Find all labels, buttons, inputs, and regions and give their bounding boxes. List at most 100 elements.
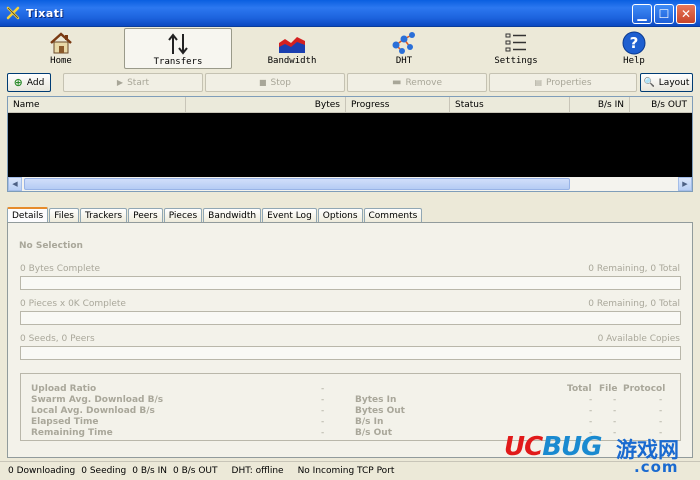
toolbar-dht-button[interactable]: DHT bbox=[350, 28, 458, 69]
stat-header-total: Total bbox=[567, 384, 592, 394]
selection-label: No Selection bbox=[19, 241, 83, 251]
toolbar-label: Home bbox=[50, 56, 72, 66]
column-header-name[interactable]: Name bbox=[8, 97, 186, 113]
minus-icon: ▬ bbox=[392, 77, 402, 88]
magnifier-icon: 🔍 bbox=[643, 77, 655, 88]
stat-dash: - bbox=[321, 417, 325, 427]
scroll-left-icon[interactable]: ◀ bbox=[8, 177, 22, 191]
window-title: Tixati bbox=[26, 6, 64, 20]
column-header-bs-out[interactable]: B/s OUT bbox=[630, 97, 692, 113]
available-copies-label: 0 Available Copies bbox=[597, 334, 680, 344]
status-bs-out: 0 B/s OUT bbox=[173, 466, 218, 476]
add-button[interactable]: ⊕ Add bbox=[7, 73, 51, 92]
transfers-list[interactable]: Name Bytes Progress Status B/s IN B/s OU… bbox=[7, 96, 693, 192]
column-header-status[interactable]: Status bbox=[450, 97, 570, 113]
status-dht: DHT: offline bbox=[231, 466, 284, 476]
add-label: Add bbox=[26, 77, 45, 88]
properties-button[interactable]: ▤ Properties bbox=[489, 73, 637, 92]
stat-dash: - bbox=[613, 417, 617, 427]
toolbar-label: DHT bbox=[395, 56, 413, 66]
bandwidth-icon bbox=[279, 37, 305, 53]
minimize-button[interactable]: ▁ bbox=[632, 4, 652, 24]
stat-dash: - bbox=[589, 395, 593, 405]
stat-dash: - bbox=[321, 395, 325, 405]
plus-icon: ⊕ bbox=[13, 76, 23, 89]
transfers-list-header: Name Bytes Progress Status B/s IN B/s OU… bbox=[8, 97, 692, 113]
toolbar-home-button[interactable]: Home bbox=[7, 28, 115, 69]
toolbar-help-button[interactable]: ? Help bbox=[580, 28, 688, 69]
tab-event-log[interactable]: Event Log bbox=[262, 208, 317, 223]
stat-bs-out: B/s Out bbox=[355, 428, 392, 438]
stat-dash: - bbox=[321, 384, 325, 394]
tab-details[interactable]: Details bbox=[7, 207, 49, 223]
play-icon: ▶ bbox=[116, 78, 124, 87]
stat-bs-in: B/s In bbox=[355, 417, 384, 427]
close-button[interactable]: ✕ bbox=[676, 4, 696, 24]
status-tcp-port: No Incoming TCP Port bbox=[297, 466, 395, 476]
column-header-bytes[interactable]: Bytes bbox=[186, 97, 346, 113]
toolbar-transfers-button[interactable]: Transfers bbox=[124, 28, 232, 69]
minimize-icon: ▁ bbox=[637, 7, 647, 21]
remove-button[interactable]: ▬ Remove bbox=[347, 73, 487, 92]
details-tabs: Details Files Trackers Peers Pieces Band… bbox=[7, 207, 423, 223]
scrollbar-thumb[interactable] bbox=[24, 178, 570, 190]
tab-peers[interactable]: Peers bbox=[128, 208, 163, 223]
toolbar-bandwidth-button[interactable]: Bandwidth bbox=[238, 28, 346, 69]
stat-elapsed-time: Elapsed Time bbox=[31, 417, 99, 427]
column-header-progress[interactable]: Progress bbox=[346, 97, 450, 113]
stat-header-file: File bbox=[599, 384, 618, 394]
bytes-complete-label: 0 Bytes Complete bbox=[20, 264, 101, 274]
scroll-right-icon[interactable]: ▶ bbox=[678, 177, 692, 191]
stat-dash: - bbox=[321, 428, 325, 438]
maximize-button[interactable]: ☐ bbox=[654, 4, 674, 24]
stat-header-protocol: Protocol bbox=[623, 384, 666, 394]
tab-comments[interactable]: Comments bbox=[363, 208, 423, 223]
close-icon: ✕ bbox=[680, 7, 692, 21]
stat-dash: - bbox=[589, 406, 593, 416]
properties-label: Properties bbox=[546, 77, 592, 88]
stat-dash: - bbox=[613, 406, 617, 416]
tixati-app-icon bbox=[6, 6, 20, 20]
tab-trackers[interactable]: Trackers bbox=[79, 208, 128, 223]
toolbar-settings-button[interactable]: Settings bbox=[462, 28, 570, 69]
help-icon: ? bbox=[622, 31, 646, 55]
horizontal-scrollbar[interactable]: ◀ ▶ bbox=[8, 177, 692, 191]
layout-label: Layout bbox=[658, 77, 690, 88]
status-bs-in: 0 B/s IN bbox=[132, 466, 167, 476]
stat-bytes-out: Bytes Out bbox=[355, 406, 405, 416]
tab-options[interactable]: Options bbox=[317, 208, 363, 223]
stat-dash: - bbox=[613, 395, 617, 405]
stop-button[interactable]: ■ Stop bbox=[205, 73, 345, 92]
stat-dash: - bbox=[659, 417, 663, 427]
ucbug-watermark-logo: UCBUG 游戏网 .com bbox=[504, 432, 694, 476]
details-panel: No Selection 0 Bytes Complete 0 Remainin… bbox=[7, 222, 693, 458]
stop-label: Stop bbox=[270, 77, 292, 88]
remove-label: Remove bbox=[405, 77, 442, 88]
stop-icon: ■ bbox=[258, 78, 267, 87]
home-icon bbox=[50, 32, 72, 54]
status-seeding: 0 Seeding bbox=[81, 466, 127, 476]
pieces-remaining-label: 0 Remaining, 0 Total bbox=[588, 299, 680, 309]
stat-dash: - bbox=[589, 417, 593, 427]
pieces-complete-label: 0 Pieces x 0K Complete bbox=[20, 299, 126, 309]
watermark-bug: BUG bbox=[542, 432, 602, 462]
stat-swarm-avg: Swarm Avg. Download B/s bbox=[31, 395, 164, 405]
transfers-icon bbox=[168, 33, 188, 55]
stat-upload-ratio: Upload Ratio bbox=[31, 384, 97, 394]
stat-dash: - bbox=[321, 406, 325, 416]
tab-bandwidth[interactable]: Bandwidth bbox=[203, 208, 262, 223]
toolbar-label: Help bbox=[623, 56, 645, 66]
layout-button[interactable]: 🔍 Layout bbox=[640, 73, 693, 92]
settings-icon bbox=[505, 33, 526, 52]
stat-local-avg: Local Avg. Download B/s bbox=[31, 406, 155, 416]
stat-bytes-in: Bytes In bbox=[355, 395, 397, 405]
watermark-com: .com bbox=[634, 458, 679, 476]
bytes-progress-bar bbox=[20, 276, 681, 290]
status-downloading: 0 Downloading bbox=[8, 466, 76, 476]
start-button[interactable]: ▶ Start bbox=[63, 73, 203, 92]
svg-text:?: ? bbox=[630, 34, 639, 52]
title-bar: Tixati ▁ ☐ ✕ bbox=[0, 0, 700, 27]
tab-pieces[interactable]: Pieces bbox=[163, 208, 203, 223]
column-header-bs-in[interactable]: B/s IN bbox=[570, 97, 630, 113]
tab-files[interactable]: Files bbox=[49, 208, 79, 223]
